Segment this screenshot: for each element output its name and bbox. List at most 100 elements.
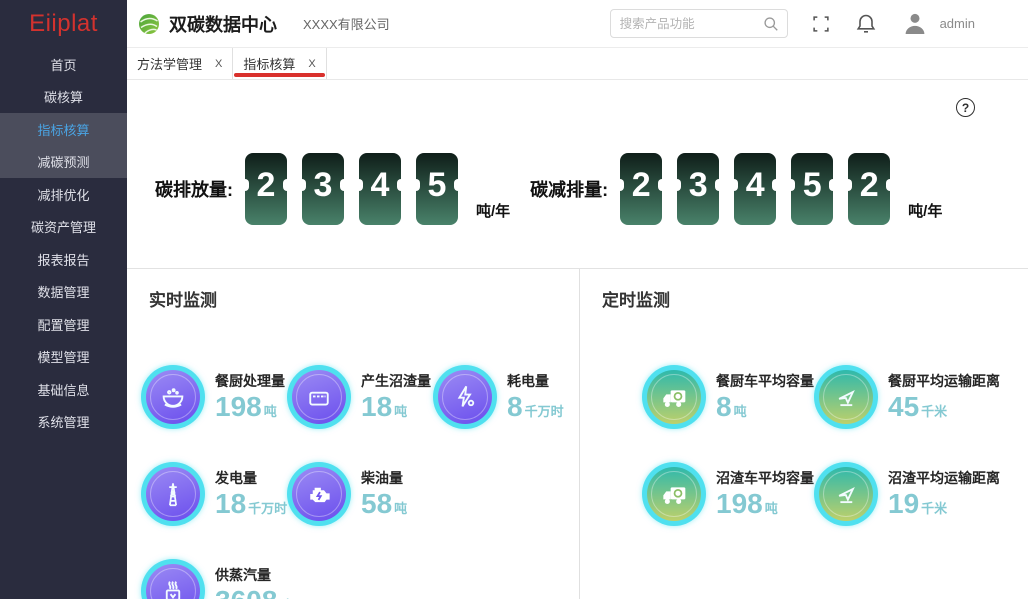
metric-label: 发电量 xyxy=(215,468,287,488)
carbon-reduction-counter: 碳减排量: 2 3 4 5 2 吨/年 xyxy=(530,153,942,225)
counter-unit: 吨/年 xyxy=(908,200,942,221)
sidebar-item-config-management[interactable]: 配置管理 xyxy=(0,308,127,341)
search-icon[interactable] xyxy=(761,14,781,34)
fullscreen-icon[interactable] xyxy=(810,13,832,35)
panel-title: 定时监测 xyxy=(602,289,1028,313)
metric-value: 19 xyxy=(888,488,919,519)
metric-card-residue-transport-distance: 沼渣平均运输距离 19千米 xyxy=(814,462,986,526)
metric-label: 餐厨处理量 xyxy=(215,371,285,391)
realtime-monitoring-panel: 实时监测 餐厨处理量 198吨 xyxy=(127,269,580,599)
navigation-icon xyxy=(814,462,878,526)
flip-digit: 2 xyxy=(245,153,287,225)
sidebar-item-system-management[interactable]: 系统管理 xyxy=(0,406,127,439)
metric-card-diesel: 柴油量 58吨 xyxy=(287,462,433,526)
counters-row: 碳排放量: 2 3 4 5 吨/年 碳减排量: 2 3 4 5 2 吨/ xyxy=(155,153,942,225)
sidebar-item-reduction-optimization[interactable]: 减排优化 xyxy=(0,178,127,211)
help-icon[interactable]: ? xyxy=(956,98,975,117)
sidebar-item-home[interactable]: 首页 xyxy=(0,48,127,81)
username[interactable]: admin xyxy=(940,16,975,31)
metric-label: 耗电量 xyxy=(507,371,564,391)
sidebar-item-carbon-assets[interactable]: 碳资产管理 xyxy=(0,211,127,244)
metric-card-kitchen-transport-distance: 餐厨平均运输距离 45千米 xyxy=(814,365,986,429)
header: 双碳数据中心 XXXX有限公司 xyxy=(127,0,1028,48)
brand-globe-icon xyxy=(137,12,161,36)
metric-label: 餐厨平均运输距离 xyxy=(888,371,986,391)
engine-icon xyxy=(287,462,351,526)
metric-value: 45 xyxy=(888,391,919,422)
logo: Eiiplat xyxy=(0,0,127,48)
tab-label: 方法学管理 xyxy=(137,54,202,73)
metric-unit: 千万时 xyxy=(248,501,287,516)
metric-card-steam-supply: 供蒸汽量 3608吨 xyxy=(141,559,292,599)
tab-bar: 方法学管理 X 指标核算 X xyxy=(127,48,1028,80)
truck-icon xyxy=(642,462,706,526)
sidebar-item-indicator-accounting[interactable]: 指标核算 xyxy=(0,113,127,146)
steam-boiler-icon xyxy=(141,559,205,599)
metric-card-kitchen-waste: 餐厨处理量 198吨 xyxy=(141,365,287,429)
flip-digit: 5 xyxy=(791,153,833,225)
metric-value: 198 xyxy=(716,488,763,519)
metric-unit: 吨 xyxy=(734,404,747,419)
flip-digit: 4 xyxy=(359,153,401,225)
metric-value: 3608 xyxy=(215,585,277,599)
metric-unit: 千米 xyxy=(921,404,947,419)
search-box xyxy=(610,9,788,38)
metric-unit: 千万时 xyxy=(525,404,564,419)
metric-value: 8 xyxy=(716,391,732,422)
tab-indicator-accounting[interactable]: 指标核算 X xyxy=(233,48,326,79)
metric-label: 供蒸汽量 xyxy=(215,565,292,585)
flip-digit: 2 xyxy=(620,153,662,225)
notification-bell-icon[interactable] xyxy=(854,12,878,36)
bowl-icon xyxy=(141,365,205,429)
sidebar-item-reduction-forecast[interactable]: 减碳预测 xyxy=(0,146,127,179)
flip-digit: 4 xyxy=(734,153,776,225)
metric-value: 198 xyxy=(215,391,262,422)
main-content: ? 碳排放量: 2 3 4 5 吨/年 碳减排量: 2 3 4 5 xyxy=(127,80,1028,599)
tab-close-icon[interactable]: X xyxy=(308,58,315,70)
metric-cards: 餐厨处理量 198吨 产生沼渣量 18吨 xyxy=(141,365,579,599)
metric-label: 柴油量 xyxy=(361,468,407,488)
metric-value: 8 xyxy=(507,391,523,422)
scheduled-monitoring-panel: 定时监测 餐厨车平均容量 8吨 xyxy=(580,269,1028,599)
tab-methodology-management[interactable]: 方法学管理 X xyxy=(127,48,233,79)
metric-label: 沼渣平均运输距离 xyxy=(888,468,986,488)
user-avatar-icon[interactable] xyxy=(900,9,930,39)
tab-close-icon[interactable]: X xyxy=(215,58,222,70)
truck-icon xyxy=(642,365,706,429)
tab-label: 指标核算 xyxy=(243,54,295,73)
sidebar-item-carbon-accounting[interactable]: 碳核算 xyxy=(0,81,127,114)
metric-unit: 千米 xyxy=(921,501,947,516)
metric-unit: 吨 xyxy=(394,501,407,516)
metric-value: 18 xyxy=(361,391,392,422)
sidebar-item-basic-info[interactable]: 基础信息 xyxy=(0,373,127,406)
metric-card-power-consumption: 耗电量 8千万时 xyxy=(433,365,564,429)
sidebar-item-reports[interactable]: 报表报告 xyxy=(0,243,127,276)
metric-unit: 吨 xyxy=(394,404,407,419)
metric-label: 沼渣车平均容量 xyxy=(716,468,814,488)
panel-title: 实时监测 xyxy=(149,289,579,313)
flip-digits: 2 3 4 5 2 xyxy=(620,153,905,225)
metric-label: 餐厨车平均容量 xyxy=(716,371,814,391)
sidebar: Eiiplat 首页 碳核算 指标核算 减碳预测 减排优化 碳资产管理 报表报告… xyxy=(0,0,127,599)
sidebar-item-data-management[interactable]: 数据管理 xyxy=(0,276,127,309)
metric-card-residue-truck-capacity: 沼渣车平均容量 198吨 xyxy=(642,462,814,526)
metric-label: 产生沼渣量 xyxy=(361,371,431,391)
flip-digit: 3 xyxy=(302,153,344,225)
metric-value: 18 xyxy=(215,488,246,519)
residue-tank-icon xyxy=(287,365,351,429)
metric-unit: 吨 xyxy=(264,404,277,419)
monitoring-panels: 实时监测 餐厨处理量 198吨 xyxy=(127,268,1028,599)
metric-unit: 吨 xyxy=(765,501,778,516)
app-title: 双碳数据中心 xyxy=(169,11,277,37)
flip-digit: 3 xyxy=(677,153,719,225)
metric-cards: 餐厨车平均容量 8吨 餐厨平均运输距离 45千米 xyxy=(594,365,1028,559)
sidebar-menu: 首页 碳核算 指标核算 减碳预测 减排优化 碳资产管理 报表报告 数据管理 配置… xyxy=(0,48,127,438)
carbon-emission-counter: 碳排放量: 2 3 4 5 吨/年 xyxy=(155,153,510,225)
flip-digit: 2 xyxy=(848,153,890,225)
metric-value: 58 xyxy=(361,488,392,519)
navigation-icon xyxy=(814,365,878,429)
metric-card-power-generation: 发电量 18千万时 xyxy=(141,462,287,526)
counter-unit: 吨/年 xyxy=(476,200,510,221)
metric-card-kitchen-truck-capacity: 餐厨车平均容量 8吨 xyxy=(642,365,814,429)
sidebar-item-model-management[interactable]: 模型管理 xyxy=(0,341,127,374)
